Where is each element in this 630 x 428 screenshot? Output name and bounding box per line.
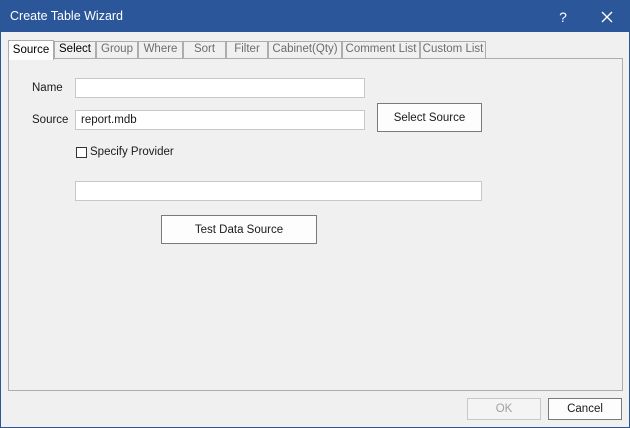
tab-select[interactable]: Select bbox=[54, 41, 96, 58]
tab-comment-list[interactable]: Comment List bbox=[342, 41, 420, 58]
source-tab-panel: Name Source Select Source Specify Provid… bbox=[8, 58, 623, 391]
title-bar[interactable]: Create Table Wizard ? bbox=[1, 1, 629, 32]
name-input[interactable] bbox=[75, 78, 365, 98]
cancel-button-label: Cancel bbox=[567, 403, 603, 415]
ok-button-label: OK bbox=[495, 403, 513, 415]
create-table-wizard-window: Create Table Wizard ? Source Select Grou… bbox=[0, 0, 630, 428]
ok-button[interactable]: OK bbox=[467, 398, 541, 420]
specify-provider-checkbox[interactable] bbox=[76, 146, 87, 158]
test-data-source-button[interactable]: Test Data Source bbox=[161, 215, 317, 244]
help-button[interactable]: ? bbox=[541, 1, 585, 32]
tab-where[interactable]: Where bbox=[138, 41, 183, 58]
provider-input[interactable] bbox=[75, 181, 482, 201]
cancel-button[interactable]: Cancel bbox=[548, 398, 622, 420]
select-source-button-label: Select Source bbox=[393, 111, 466, 124]
tab-custom-list[interactable]: Custom List bbox=[420, 41, 486, 58]
close-icon bbox=[601, 11, 613, 22]
tab-source[interactable]: Source bbox=[8, 40, 54, 60]
help-icon: ? bbox=[559, 8, 567, 25]
source-label: Source bbox=[32, 114, 69, 126]
specify-provider-row[interactable]: Specify Provider bbox=[76, 146, 174, 158]
test-data-source-button-label: Test Data Source bbox=[194, 223, 284, 236]
source-input[interactable] bbox=[75, 110, 365, 130]
close-button[interactable] bbox=[585, 1, 629, 32]
name-label: Name bbox=[32, 82, 63, 94]
tab-sort[interactable]: Sort bbox=[183, 41, 226, 58]
select-source-button[interactable]: Select Source bbox=[377, 103, 482, 132]
window-title: Create Table Wizard bbox=[10, 9, 124, 23]
specify-provider-label: Specify Provider bbox=[90, 146, 174, 158]
tab-filter[interactable]: Filter bbox=[226, 41, 268, 58]
tab-cabinet-qty[interactable]: Cabinet(Qty) bbox=[268, 41, 342, 58]
tab-group[interactable]: Group bbox=[96, 41, 138, 58]
